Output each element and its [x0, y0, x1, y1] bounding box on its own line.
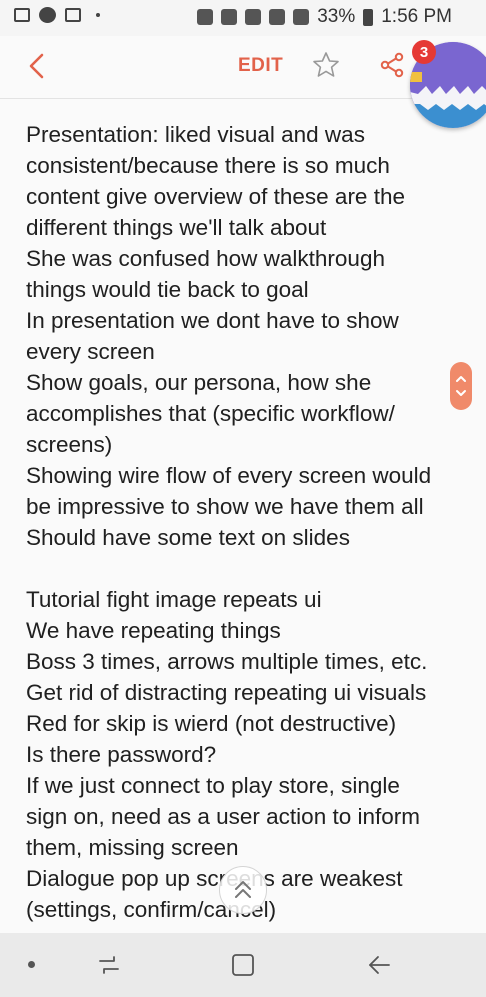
system-icons: 33% 1:56 PM [197, 6, 452, 28]
note-line: sign on, need as a user action to inform [26, 804, 420, 829]
note-line: Get rid of distracting repeating ui visu… [26, 680, 427, 705]
note-line: screens) [26, 432, 113, 457]
android-icon [197, 9, 214, 25]
edit-button[interactable]: EDIT [238, 55, 283, 77]
recent-apps-icon[interactable] [94, 950, 124, 980]
note-line: Boss 3 times, arrows multiple times, etc… [26, 649, 428, 674]
star-outline-icon[interactable] [311, 50, 341, 80]
note-line: content give overview of these are the [26, 184, 405, 209]
clock: 1:56 PM [381, 6, 452, 27]
note-body[interactable]: Presentation: liked visual and was consis… [26, 119, 466, 925]
battery-percent: 33% [317, 6, 356, 27]
notification-badge: 3 [412, 40, 436, 64]
image-icon [14, 8, 30, 22]
battery-icon [363, 8, 374, 26]
chevron-left-icon[interactable] [22, 50, 54, 82]
signal-icon [293, 9, 310, 25]
note-line: If we just connect to play store, single [26, 773, 400, 798]
scroll-arrows-icon [456, 376, 466, 396]
status-bar: 33% 1:56 PM [0, 0, 486, 36]
note-line: accomplishes that (specific workflow/ [26, 401, 395, 426]
scroll-to-top-button[interactable] [219, 866, 267, 914]
note-line: Should have some text on slides [26, 525, 350, 550]
note-line: Presentation: liked visual and was [26, 122, 365, 147]
note-line [26, 553, 466, 584]
note-line: Is there password? [26, 742, 217, 767]
gmail-icon [65, 8, 81, 22]
note-line: them, missing screen [26, 835, 239, 860]
navigation-bar [0, 933, 486, 997]
note-line: different things we'll talk about [26, 215, 327, 240]
note-line: consistent/because there is so much [26, 153, 390, 178]
home-icon[interactable] [228, 950, 258, 980]
dot-icon [96, 13, 100, 17]
notification-icons [14, 7, 100, 23]
alarm-icon [245, 9, 262, 25]
note-line: be impressive to show we have them all [26, 494, 424, 519]
share-icon[interactable] [377, 50, 407, 80]
note-line: We have repeating things [26, 618, 281, 643]
note-line: Showing wire flow of every screen would [26, 463, 432, 488]
wifi-icon [269, 9, 286, 25]
mute-icon [221, 9, 238, 25]
note-line: In presentation we dont have to show [26, 308, 399, 333]
note-line: She was confused how walkthrough [26, 246, 385, 271]
dot-icon[interactable] [28, 961, 35, 968]
note-line: things would tie back to goal [26, 277, 309, 302]
note-line: Tutorial fight image repeats ui [26, 587, 322, 612]
back-icon[interactable] [364, 950, 394, 980]
fast-scroll-handle[interactable] [450, 362, 472, 410]
chevron-up-icon [235, 881, 251, 898]
note-line: Show goals, our persona, how she [26, 370, 372, 395]
messenger-icon [39, 7, 56, 23]
note-line: Red for skip is wierd (not destructive) [26, 711, 397, 736]
note-line: every screen [26, 339, 155, 364]
